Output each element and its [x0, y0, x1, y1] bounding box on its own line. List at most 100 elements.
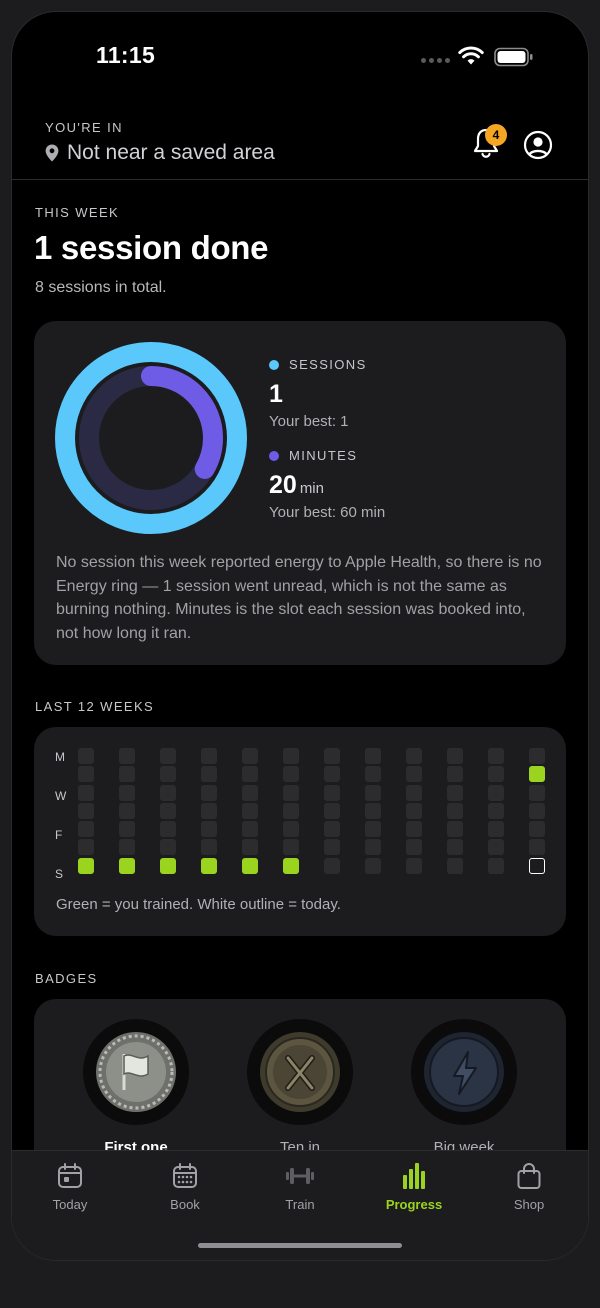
week-column [365, 748, 381, 876]
day-cell [160, 748, 176, 764]
day-cell [324, 839, 340, 856]
day-cell [201, 802, 217, 819]
day-label-wednesday: W [55, 789, 67, 803]
day-cell [365, 802, 381, 819]
day-label-monday: M [55, 750, 65, 764]
flag-medal-icon [83, 1019, 189, 1125]
week-column [283, 748, 299, 876]
day-cell [488, 766, 504, 783]
day-cell [365, 821, 381, 838]
day-cell [488, 839, 504, 856]
minutes-legend: MINUTES 20 min Your best: 60 min [269, 448, 385, 521]
sessions-legend: SESSIONS 1 Your best: 1 [269, 357, 367, 430]
day-cell [119, 766, 135, 783]
week-column [78, 748, 94, 876]
day-cell [447, 784, 463, 801]
tab-today[interactable]: Today [25, 1161, 115, 1212]
day-cell-trained [283, 857, 299, 874]
week-column [529, 748, 545, 876]
day-cell [324, 857, 340, 874]
day-cell [406, 821, 422, 838]
day-cell [160, 839, 176, 856]
week-column [324, 748, 340, 876]
tab-book[interactable]: Book [140, 1161, 230, 1212]
training-history-card: M W F S Green = you trained. White outli… [34, 727, 566, 936]
day-cell [242, 766, 258, 783]
tab-label: Book [170, 1197, 200, 1212]
day-cell [488, 748, 504, 764]
day-cell [324, 784, 340, 801]
rings-explanation: No session this week reported energy to … [56, 554, 542, 642]
day-cell [365, 784, 381, 801]
profile-button[interactable] [523, 130, 553, 160]
sessions-label: SESSIONS [289, 357, 367, 372]
day-cell [529, 784, 545, 801]
bar-chart-icon [403, 1163, 425, 1189]
battery-icon [494, 47, 533, 67]
day-cell [324, 821, 340, 838]
tab-train[interactable]: Train [255, 1161, 345, 1212]
day-cell-trained [160, 857, 176, 874]
day-cell-today [529, 857, 545, 874]
home-indicator[interactable] [198, 1243, 402, 1248]
day-cell [119, 748, 135, 764]
cellular-signal-icon [421, 58, 450, 63]
day-cell-trained [119, 857, 135, 874]
day-cell [78, 766, 94, 783]
badges-caption: BADGES [35, 971, 98, 986]
day-cell [406, 802, 422, 819]
day-cell [160, 766, 176, 783]
day-cell [119, 802, 135, 819]
day-cell [119, 784, 135, 801]
day-cell [119, 839, 135, 856]
day-cell [283, 766, 299, 783]
day-label-sunday: S [55, 867, 64, 881]
day-cell [283, 821, 299, 838]
badge-big-week[interactable]: Big week [394, 1019, 534, 1156]
tab-bar: Today Book Train Progress Shop [12, 1150, 588, 1260]
day-cell [365, 857, 381, 874]
activity-rings [55, 342, 247, 534]
sessions-best: Your best: 1 [269, 413, 349, 430]
day-cell-trained [78, 857, 94, 874]
tab-progress[interactable]: Progress [369, 1161, 459, 1212]
day-cell [447, 839, 463, 856]
day-cell [78, 839, 94, 856]
day-cell [283, 748, 299, 764]
calendar-grid-icon [173, 1163, 197, 1188]
location-selector[interactable]: Not near a saved area [45, 141, 275, 165]
minutes-legend-dot [269, 450, 279, 461]
wifi-icon [458, 46, 484, 65]
tab-label: Train [285, 1197, 315, 1212]
day-cell [201, 748, 217, 764]
week-column [242, 748, 258, 876]
badge-ten-in[interactable]: Ten in [230, 1019, 370, 1156]
progress-content[interactable]: THIS WEEK 1 session done 8 sessions in t… [12, 181, 588, 1260]
minutes-unit: min [299, 480, 324, 497]
day-cell [406, 766, 422, 783]
day-cell [488, 821, 504, 838]
location-header: YOU'RE IN Not near a saved area 4 [12, 100, 588, 180]
badge-first-one[interactable]: First one [66, 1019, 206, 1156]
tab-shop[interactable]: Shop [484, 1161, 574, 1212]
lightning-medal-icon [411, 1019, 517, 1125]
day-cell [406, 748, 422, 764]
day-cell [160, 784, 176, 801]
phone-screen: 11:15 YOU'RE IN Not near a saved area 4 … [12, 12, 588, 1260]
day-cell [283, 784, 299, 801]
day-cell [201, 821, 217, 838]
day-cell [488, 802, 504, 819]
day-cell [529, 802, 545, 819]
day-cell [529, 839, 545, 856]
x-medal-icon [247, 1019, 353, 1125]
calendar-icon [58, 1163, 82, 1188]
day-cell [365, 766, 381, 783]
this-week-caption: THIS WEEK [35, 205, 120, 220]
day-cell [488, 857, 504, 874]
day-cell [447, 821, 463, 838]
location-name: Not near a saved area [67, 141, 275, 164]
day-cell [78, 784, 94, 801]
dumbbell-icon [286, 1168, 314, 1184]
status-bar: 11:15 [12, 12, 588, 100]
location-caption: YOU'RE IN [45, 120, 123, 135]
